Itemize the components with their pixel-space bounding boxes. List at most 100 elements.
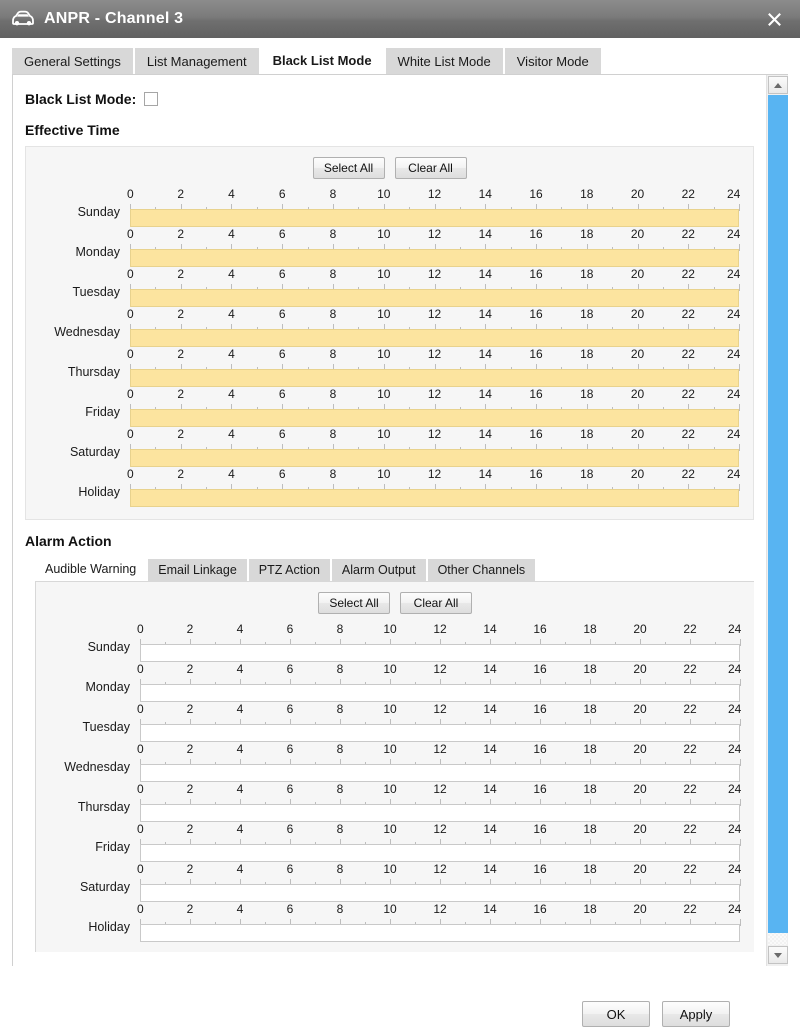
timeline-tick-label: 20 <box>633 902 647 916</box>
timeline-tick-label: 8 <box>336 662 344 676</box>
timeline-slot-bar[interactable] <box>130 489 739 507</box>
timeline-tick <box>740 679 741 686</box>
timeline-tick-label: 6 <box>286 742 294 756</box>
timeline-slot-bar[interactable] <box>140 804 740 822</box>
timeline-tick-label: 12 <box>427 347 442 361</box>
timeline-tick-label: 16 <box>529 467 543 481</box>
alarm-tab-email-linkage[interactable]: Email Linkage <box>148 559 247 581</box>
timeline-tick-label: 14 <box>483 782 497 796</box>
timeline-slot-bar[interactable] <box>130 289 739 307</box>
timeline-body: 0 2 4 6 8 10 12 14 16 18 20 22 24 <box>137 782 741 822</box>
apply-button[interactable]: Apply <box>662 1001 730 1027</box>
scroll-down-button[interactable] <box>768 946 788 964</box>
timeline-tick-label: 12 <box>433 782 447 796</box>
timeline-row: Friday 0 2 4 6 8 10 12 14 16 18 20 22 24 <box>34 387 745 427</box>
timeline-tick-label: 0 <box>137 742 144 756</box>
timeline-slot-bar[interactable] <box>140 924 740 942</box>
timeline-day-label: Saturday <box>69 445 120 459</box>
timeline-slot-bar[interactable] <box>130 369 739 387</box>
close-icon[interactable] <box>748 0 800 38</box>
timeline-axis: 0 2 4 6 8 10 12 14 16 18 20 22 24 <box>127 267 740 291</box>
timeline-tick-label: 8 <box>329 227 337 241</box>
timeline-tick <box>739 284 740 291</box>
timeline-body: 0 2 4 6 8 10 12 14 16 18 20 22 24 <box>127 307 740 347</box>
timeline-slot-bar[interactable] <box>140 684 740 702</box>
timeline-body: 0 2 4 6 8 10 12 14 16 18 20 22 24 <box>137 662 741 702</box>
tab-black-list-mode[interactable]: Black List Mode <box>260 46 384 74</box>
scrollbar-thumb[interactable] <box>768 95 788 933</box>
timeline-axis: 0 2 4 6 8 10 12 14 16 18 20 22 24 <box>127 307 740 331</box>
black-list-mode-checkbox[interactable] <box>144 92 159 106</box>
timeline-tick-label: 18 <box>580 347 594 361</box>
scroll-up-button[interactable] <box>768 76 788 94</box>
timeline-tick-label: 2 <box>177 387 185 401</box>
timeline-tick-label: 4 <box>236 782 244 796</box>
timeline-tick-label: 22 <box>683 782 697 796</box>
timeline-tick-label: 16 <box>529 427 543 441</box>
timeline-tick-label: 16 <box>533 902 547 916</box>
timeline-day-label: Monday <box>75 245 120 259</box>
tab-list-management[interactable]: List Management <box>134 48 259 74</box>
timeline-tick-label: 12 <box>427 187 442 201</box>
alarm-tab-ptz-action[interactable]: PTZ Action <box>248 559 330 581</box>
timeline-slot-bar[interactable] <box>130 209 739 227</box>
timeline-tick <box>740 759 741 766</box>
timeline-row: Wednesday 0 2 4 6 8 10 12 14 16 18 20 22 24 <box>34 307 745 347</box>
timeline-tick-label: 20 <box>633 782 647 796</box>
timeline-tick-label: 16 <box>533 782 547 796</box>
timeline-tick-label: 22 <box>681 427 695 441</box>
timeline-tick-label: 14 <box>483 622 497 636</box>
timeline-body: 0 2 4 6 8 10 12 14 16 18 20 22 24 <box>137 702 742 742</box>
timeline-tick <box>740 839 741 846</box>
timeline-slot-bar[interactable] <box>130 329 739 347</box>
timeline-tick-label: 24 <box>727 702 742 716</box>
tab-white-list-mode[interactable]: White List Mode <box>385 48 503 74</box>
timeline-tick-label: 22 <box>681 467 695 481</box>
timeline-tick-label: 2 <box>186 742 194 756</box>
timeline-tick-label: 20 <box>633 622 647 636</box>
effective-select-all-button[interactable]: Select All <box>312 157 385 179</box>
timeline-tick-label: 10 <box>377 187 391 201</box>
ok-button[interactable]: OK <box>582 1001 650 1027</box>
timeline-slot-bar[interactable] <box>140 764 740 782</box>
timeline-axis: 0 2 4 6 8 10 12 14 16 18 20 22 24 <box>137 862 741 886</box>
timeline-tick-label: 20 <box>630 307 645 321</box>
timeline-tick-label: 24 <box>726 467 741 481</box>
timeline-slot-bar[interactable] <box>140 844 740 862</box>
alarm-tab-other-channels[interactable]: Other Channels <box>427 559 536 581</box>
timeline-day-label: Thursday <box>67 365 120 379</box>
alarm-clear-all-button[interactable]: Clear All <box>400 592 472 614</box>
timeline-slot-bar[interactable] <box>130 249 739 267</box>
timeline-slot-bar[interactable] <box>130 409 739 427</box>
timeline-tick-label: 18 <box>583 702 597 716</box>
tab-general-settings[interactable]: General Settings <box>12 48 133 74</box>
scroll-pane: Black List Mode: Effective Time Select A… <box>13 75 766 966</box>
timeline-tick-label: 4 <box>228 467 235 481</box>
timeline-tick-label: 2 <box>177 347 185 361</box>
timeline-tick-label: 20 <box>630 387 645 401</box>
timeline-tick-label: 10 <box>383 742 397 756</box>
tab-visitor-mode[interactable]: Visitor Mode <box>504 48 601 74</box>
effective-clear-all-button[interactable]: Clear All <box>394 157 467 179</box>
timeline-slot-bar[interactable] <box>130 449 739 467</box>
vertical-scrollbar[interactable] <box>766 75 788 966</box>
timeline-tick <box>739 324 740 331</box>
timeline-day-label: Tuesday <box>82 720 130 734</box>
timeline-tick-label: 20 <box>630 267 645 281</box>
timeline-tick-label: 4 <box>228 307 235 321</box>
timeline-slot-bar[interactable] <box>140 644 740 662</box>
alarm-tab-audible-warning[interactable]: Audible Warning <box>35 557 147 581</box>
timeline-tick-label: 24 <box>727 742 742 756</box>
timeline-row: Wednesday 0 2 4 6 8 10 12 14 16 18 20 22 24 <box>44 742 746 782</box>
arrow-up-icon <box>774 82 782 88</box>
alarm-select-all-button[interactable]: Select All <box>318 592 390 614</box>
timeline-tick-label: 0 <box>127 307 134 321</box>
timeline-tick-label: 10 <box>383 902 397 916</box>
timeline-tick-label: 18 <box>580 427 594 441</box>
timeline-tick-label: 18 <box>583 742 597 756</box>
alarm-tab-alarm-output[interactable]: Alarm Output <box>331 559 426 581</box>
timeline-slot-bar[interactable] <box>140 884 740 902</box>
timeline-tick-label: 4 <box>228 347 235 361</box>
timeline-tick-label: 2 <box>177 187 185 201</box>
timeline-slot-bar[interactable] <box>140 724 740 742</box>
